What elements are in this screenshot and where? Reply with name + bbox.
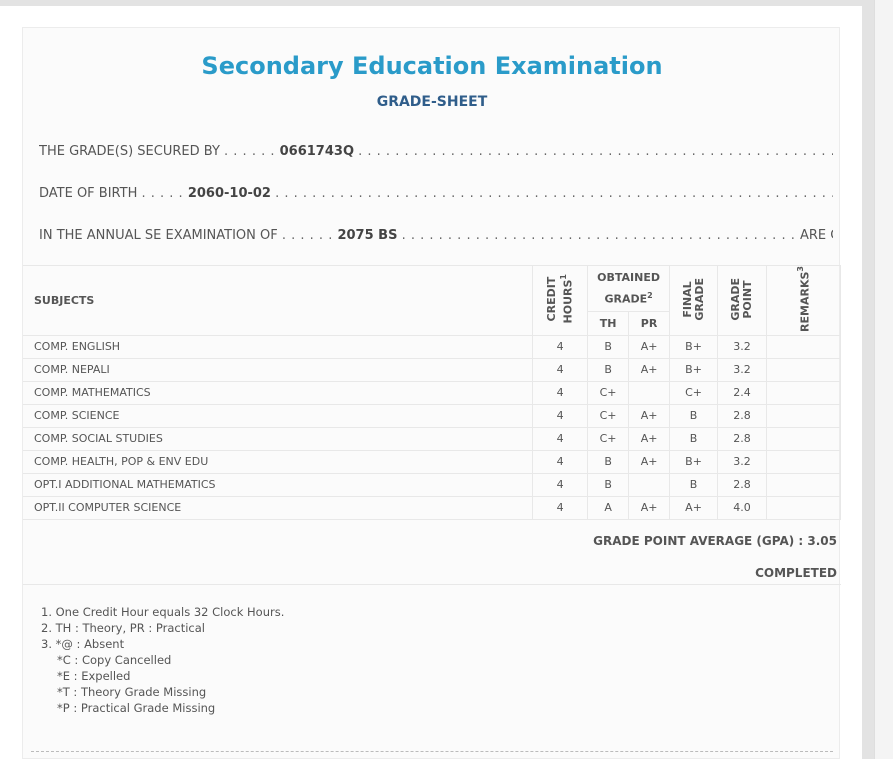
dob-line: DATE OF BIRTH . . . . . 2060-10-02 . . .… xyxy=(39,186,833,201)
page-title: Secondary Education Examination xyxy=(201,52,663,80)
final-grade-cell: B+ xyxy=(669,335,719,359)
subjects-header: SUBJECTS xyxy=(23,265,534,336)
gpa-summary: GRADE POINT AVERAGE (GPA) : 3.05 xyxy=(593,534,837,548)
exam-line: IN THE ANNUAL SE EXAMINATION OF . . . . … xyxy=(39,228,833,243)
subject-cell: COMP. SOCIAL STUDIES xyxy=(23,427,534,451)
secured-by-label: THE GRADE(S) SECURED BY xyxy=(39,144,220,159)
theory-grade-cell: B xyxy=(587,473,630,497)
table-row: COMP. SCIENCE 4 C+ A+ B 2.8 xyxy=(23,404,841,428)
divider xyxy=(23,584,841,585)
subject-cell: COMP. MATHEMATICS xyxy=(23,381,534,405)
remarks-cell xyxy=(766,358,841,382)
footnote-item: *E : Expelled xyxy=(57,669,131,683)
table-row: COMP. MATHEMATICS 4 C+ C+ 2.4 xyxy=(23,381,841,405)
final-grade-cell: B xyxy=(669,473,719,497)
theory-grade-cell: C+ xyxy=(587,427,630,451)
subject-cell: COMP. NEPALI xyxy=(23,358,534,382)
symbol-number: 0661743Q xyxy=(279,144,354,159)
table-row: COMP. NEPALI 4 B A+ B+ 3.2 xyxy=(23,358,841,382)
final-grade-header: FINAL GRADE xyxy=(669,265,719,336)
grade-point-cell: 2.8 xyxy=(717,404,767,428)
practical-grade-cell: A+ xyxy=(628,404,671,428)
grades-table: SUBJECTS CREDIT HOURS1 OBTAINED GRADE2 FIN… xyxy=(23,264,841,520)
subject-cell: OPT.II COMPUTER SCIENCE xyxy=(23,496,534,520)
credit-hours-header: CREDIT HOURS1 xyxy=(532,265,589,336)
remarks-cell xyxy=(766,335,841,359)
final-grade-cell: B xyxy=(669,427,719,451)
practical-grade-cell xyxy=(628,381,671,405)
subject-cell: COMP. ENGLISH xyxy=(23,335,534,359)
final-grade-cell: C+ xyxy=(669,381,719,405)
final-grade-cell: B xyxy=(669,404,719,428)
table-row: OPT.II COMPUTER SCIENCE 4 A A+ A+ 4.0 xyxy=(23,496,841,520)
grade-point-cell: 2.4 xyxy=(717,381,767,405)
grade-point-cell: 3.2 xyxy=(717,335,767,359)
theory-grade-cell: B xyxy=(587,450,630,474)
final-grade-cell: B+ xyxy=(669,358,719,382)
credit-cell: 4 xyxy=(532,450,589,474)
footnote-item: *P : Practical Grade Missing xyxy=(57,701,216,715)
subject-cell: COMP. HEALTH, POP & ENV EDU xyxy=(23,450,534,474)
page-subtitle: GRADE-SHEET xyxy=(376,94,488,110)
table-row: COMP. SOCIAL STUDIES 4 C+ A+ B 2.8 xyxy=(23,427,841,451)
dashed-divider xyxy=(31,751,833,752)
practical-grade-cell: A+ xyxy=(628,427,671,451)
remarks-cell xyxy=(766,473,841,497)
practical-grade-cell: A+ xyxy=(628,358,671,382)
footnote-item: 3. *@ : Absent xyxy=(41,637,125,651)
credit-cell: 4 xyxy=(532,358,589,382)
footnotes: 1. One Credit Hour equals 32 Clock Hours… xyxy=(41,604,284,716)
scrollbar-track[interactable] xyxy=(874,0,893,759)
practical-grade-cell: A+ xyxy=(628,496,671,520)
credit-cell: 4 xyxy=(532,335,589,359)
remarks-cell xyxy=(766,496,841,520)
exam-label: IN THE ANNUAL SE EXAMINATION OF xyxy=(39,228,278,243)
practical-grade-cell: A+ xyxy=(628,450,671,474)
credit-cell: 4 xyxy=(532,496,589,520)
footnote-item: 2. TH : Theory, PR : Practical xyxy=(41,621,205,635)
grade-point-cell: 3.2 xyxy=(717,358,767,382)
subject-cell: COMP. SCIENCE xyxy=(23,404,534,428)
grade-point-cell: 2.8 xyxy=(717,427,767,451)
remarks-cell xyxy=(766,450,841,474)
grade-point-header: GRADE POINT xyxy=(717,265,767,336)
grade-point-cell: 4.0 xyxy=(717,496,767,520)
theory-grade-cell: C+ xyxy=(587,381,630,405)
result-status: COMPLETED xyxy=(755,566,837,580)
exam-suffix: ARE GIVEN BELOW xyxy=(799,228,833,243)
remarks-cell xyxy=(766,381,841,405)
remarks-cell xyxy=(766,427,841,451)
final-grade-cell: B+ xyxy=(669,450,719,474)
credit-cell: 4 xyxy=(532,427,589,451)
footnote-item: 1. One Credit Hour equals 32 Clock Hours… xyxy=(41,605,285,619)
remarks-header: REMARKS3 xyxy=(766,265,841,336)
subject-cell: OPT.I ADDITIONAL MATHEMATICS xyxy=(23,473,534,497)
theory-grade-cell: B xyxy=(587,335,630,359)
grade-sheet: Secondary Education Examination GRADE-SH… xyxy=(22,27,841,759)
theory-header: TH xyxy=(587,311,630,336)
theory-grade-cell: B xyxy=(587,358,630,382)
table-row: COMP. ENGLISH 4 B A+ B+ 3.2 xyxy=(23,335,841,359)
secured-by-line: THE GRADE(S) SECURED BY . . . . . . 0661… xyxy=(39,144,833,159)
table-row: OPT.I ADDITIONAL MATHEMATICS 4 B B 2.8 xyxy=(23,473,841,497)
grade-point-cell: 3.2 xyxy=(717,450,767,474)
credit-cell: 4 xyxy=(532,381,589,405)
exam-value: 2075 BS xyxy=(337,228,398,243)
dob-label: DATE OF BIRTH xyxy=(39,186,138,201)
remarks-cell xyxy=(766,404,841,428)
dob-value: 2060-10-02 xyxy=(187,186,271,201)
footnote-item: *C : Copy Cancelled xyxy=(57,653,172,667)
final-grade-cell: A+ xyxy=(669,496,719,520)
grade-point-cell: 2.8 xyxy=(717,473,767,497)
theory-grade-cell: C+ xyxy=(587,404,630,428)
practical-grade-cell: A+ xyxy=(628,335,671,359)
theory-grade-cell: A xyxy=(587,496,630,520)
credit-cell: 4 xyxy=(532,473,589,497)
practical-grade-cell xyxy=(628,473,671,497)
obtained-grade-header: OBTAINED GRADE2 xyxy=(587,264,671,313)
table-row: COMP. HEALTH, POP & ENV EDU 4 B A+ B+ 3.2 xyxy=(23,450,841,474)
credit-cell: 4 xyxy=(532,404,589,428)
practical-header: PR xyxy=(628,311,671,336)
footnote-item: *T : Theory Grade Missing xyxy=(57,685,207,699)
